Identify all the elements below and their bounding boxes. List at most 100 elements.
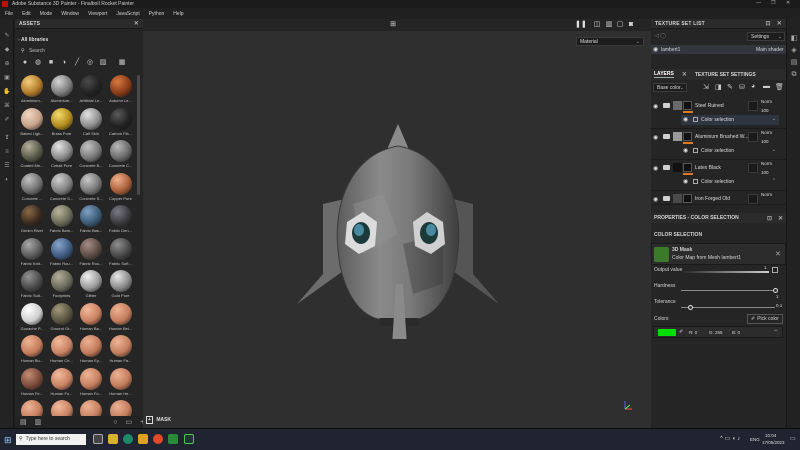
asset-tile[interactable]: Fabric Bam... [48,204,76,236]
effect-checkbox[interactable] [693,179,698,184]
output-value-range-icon[interactable] [772,267,778,273]
notifications-icon[interactable]: ▭ [790,435,796,442]
asset-tile[interactable]: Fabric Bas... [77,204,105,236]
layer-checkbox[interactable] [748,163,758,173]
layer-opacity[interactable]: 100 [761,170,769,175]
layer-effect-row[interactable]: ◉ Color selection ⌄ [681,115,779,125]
eyedropper-icon[interactable]: ✐ [679,329,683,335]
view-3d-icon[interactable]: ▢ [616,21,624,29]
viewport[interactable]: ⊞ ❚❚ ◫ ▥ ▢ ◙ Material ⌄ + MASK [143,19,651,428]
layer-blend-mode[interactable]: Norm [761,99,772,104]
input-language[interactable]: ENG [750,437,760,442]
add-effect-icon[interactable]: ⇲ [703,83,709,91]
viewport-mode-select[interactable]: Material ⌄ [576,37,644,46]
assets-close-icon[interactable]: ✕ [134,20,139,27]
layers-stack-icon[interactable]: ☰ [3,163,11,170]
asset-tile[interactable]: Human Ch... [48,334,76,366]
panel-float-icon[interactable]: ⊡ [767,215,772,222]
panel-close-icon[interactable]: ✕ [778,215,783,222]
asset-tile[interactable]: Fabric Knit... [18,237,46,269]
task-view-icon[interactable] [93,434,103,444]
assets-search[interactable]: ⚲ Search [21,48,137,56]
asset-tile[interactable]: Baked Ligh... [18,107,46,139]
layer-row[interactable]: ◉ Steel Ruined Norm 100 ◉ Color selectio… [651,98,786,129]
tolerance-slider-handle[interactable] [687,305,693,310]
library-selector[interactable]: All libraries [21,37,48,43]
file-explorer-icon[interactable] [108,434,118,444]
texture-set-item[interactable]: ◉ lambert1 Main shader [651,45,786,54]
layer-row[interactable]: ◉ Latex Black Norm 100 ◉ Color selection… [651,160,786,191]
asset-tile[interactable]: Calf Skin [77,107,105,139]
asset-tile[interactable]: Carbon Fib... [107,107,135,139]
image-icon[interactable]: ▨ [99,59,107,67]
close-window-button[interactable]: ✕ [786,0,790,6]
asset-tile[interactable]: Concrete C... [107,139,135,171]
picker-icon[interactable]: ✐ [3,117,11,124]
display-settings-icon[interactable]: ◐ [3,177,11,184]
asset-tile[interactable]: Gold Pure [107,269,135,301]
asset-tile[interactable]: Human He... [107,367,135,399]
layer-checkbox[interactable] [748,101,758,111]
asset-tile[interactable]: Ground Gr... [48,302,76,334]
add-folder-icon[interactable]: ▬ [763,83,770,90]
pick-color-button[interactable]: ✐ Pick color [747,314,783,324]
asset-tile[interactable]: Fabric Rou... [48,237,76,269]
visibility-icon[interactable]: ◁ ◯ [655,33,666,39]
add-mask-icon[interactable]: ◨ [715,83,722,91]
layer-effect-row[interactable]: ◉ Color selection ⌄ [681,146,779,156]
asset-tile[interactable]: Aluminium... [48,74,76,106]
asset-tile[interactable]: Fabric Soft... [107,237,135,269]
asset-tile[interactable]: Denim Rivet [18,204,46,236]
menu-window[interactable]: Window [61,11,79,17]
eye-icon[interactable]: ◉ [653,103,658,110]
asset-tile[interactable]: Human Ba... [77,302,105,334]
eye-icon[interactable]: ◉ [683,147,688,154]
import-folder-icon[interactable]: ▭ [125,418,132,426]
chevron-down-icon[interactable]: ⌄ [772,116,776,122]
half-circle-icon[interactable]: ◑ [60,59,68,67]
remove-color-icon[interactable]: − [774,328,778,334]
mask-indicator[interactable]: + MASK [146,416,171,424]
asset-tile[interactable]: Footprints [48,269,76,301]
eye-icon[interactable]: ◉ [653,196,658,203]
edge-icon[interactable] [123,434,133,444]
asset-tile[interactable]: Copper Pure [107,172,135,204]
asset-tile[interactable]: Artificial Le... [77,74,105,106]
layer-row[interactable]: ◉ Aluminium Brushed W... Norm 100 ◉ Colo… [651,129,786,160]
asset-tile[interactable]: Human Fe... [18,367,46,399]
camera-settings-icon[interactable]: ⊞ [389,21,397,29]
material-icon[interactable]: ◍ [34,59,42,67]
add-paint-layer-icon[interactable]: ✎ [727,83,733,91]
asset-tile[interactable]: Concrete S... [77,172,105,204]
asset-tile[interactable]: Brass Pure [48,107,76,139]
pause-icon[interactable]: ❚❚ [575,21,587,29]
menu-file[interactable]: File [5,11,13,17]
chrome-icon[interactable] [153,434,163,444]
minimize-button[interactable]: — [756,0,761,6]
tab-layers[interactable]: LAYERS [654,71,674,78]
taskbar-search[interactable]: ⚲ Type here to search [16,434,86,445]
asset-tile[interactable]: Fabric Den... [107,204,135,236]
delete-layer-icon[interactable]: 🗑 [775,83,784,91]
asset-tile[interactable]: Human Ey... [77,334,105,366]
shelf-icon[interactable]: ≡ [3,149,11,156]
eye-icon[interactable]: ◉ [653,46,658,53]
menu-help[interactable]: Help [173,11,183,17]
asset-tile[interactable]: Fabric Rou... [77,237,105,269]
effect-checkbox[interactable] [693,117,698,122]
asset-tile[interactable]: Concrete B... [77,139,105,171]
asset-tile[interactable]: Coated Me... [18,139,46,171]
list-view-icon[interactable]: ▤ [20,418,27,426]
eye-icon[interactable]: ◉ [653,165,658,172]
layers-icon[interactable]: ◈ [790,47,798,55]
layer-opacity[interactable]: 100 [761,108,769,113]
smudge-icon[interactable]: ✋ [3,89,11,96]
asset-tile[interactable]: Concrete S... [48,172,76,204]
layer-blend-mode[interactable]: Norm [761,130,772,135]
asset-tile[interactable]: Aluminium... [18,74,46,106]
rocket-model[interactable] [293,124,503,339]
properties-icon[interactable]: ▤ [790,59,798,67]
asset-tile[interactable]: Concrete ... [18,172,46,204]
channel-select[interactable]: Base color ⌄ [653,83,687,92]
eye-icon[interactable]: ◉ [653,134,658,141]
